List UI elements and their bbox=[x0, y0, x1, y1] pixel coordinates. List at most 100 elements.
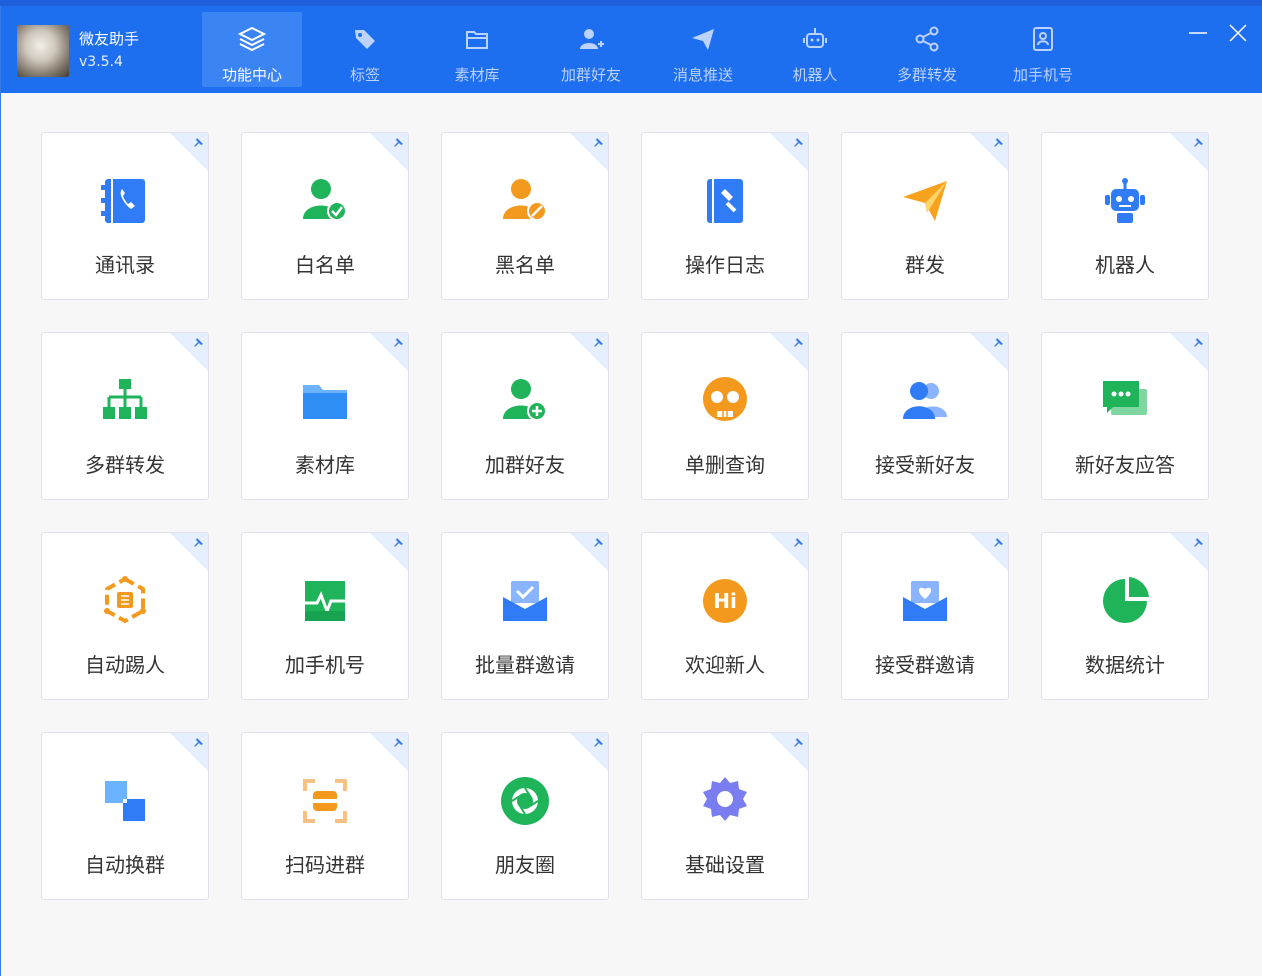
card-label: 接受群邀请 bbox=[875, 653, 975, 677]
pin-icon[interactable] bbox=[1191, 536, 1205, 550]
pin-icon[interactable] bbox=[391, 536, 405, 550]
pin-icon[interactable] bbox=[391, 336, 405, 350]
folder-icon bbox=[466, 31, 488, 49]
gear-icon bbox=[703, 777, 747, 821]
contact-card-icon bbox=[1033, 27, 1053, 51]
pin-icon[interactable] bbox=[191, 536, 205, 550]
nav-tab-label: 机器人 bbox=[792, 66, 838, 84]
pin-icon[interactable] bbox=[791, 136, 805, 150]
card-label: 通讯录 bbox=[95, 253, 155, 277]
pin-icon[interactable] bbox=[791, 736, 805, 750]
kick-hexagon-icon bbox=[104, 576, 146, 624]
function-card-8[interactable]: 素材库 bbox=[241, 332, 409, 500]
card-label: 自动换群 bbox=[85, 853, 165, 877]
pin-icon[interactable] bbox=[191, 336, 205, 350]
function-card-14[interactable]: 加手机号 bbox=[241, 532, 409, 700]
skull-icon bbox=[703, 377, 747, 421]
function-card-21[interactable]: 朋友圈 bbox=[441, 732, 609, 900]
minimize-button[interactable] bbox=[1185, 20, 1211, 46]
pin-icon[interactable] bbox=[391, 136, 405, 150]
pin-icon[interactable] bbox=[591, 736, 605, 750]
pin-icon[interactable] bbox=[191, 736, 205, 750]
nav-tab-label: 标签 bbox=[349, 66, 380, 84]
close-button[interactable] bbox=[1225, 20, 1251, 46]
function-card-13[interactable]: 自动踢人 bbox=[41, 532, 209, 700]
nav-tab-label: 多群转发 bbox=[896, 66, 957, 84]
nav-tab-8[interactable]: 加手机号 bbox=[993, 12, 1093, 87]
nav-tab-4[interactable]: 加群好友 bbox=[541, 12, 641, 87]
pin-icon[interactable] bbox=[991, 136, 1005, 150]
card-label: 朋友圈 bbox=[495, 853, 555, 877]
card-label: 机器人 bbox=[1095, 253, 1155, 277]
pin-icon[interactable] bbox=[591, 336, 605, 350]
users-icon bbox=[903, 382, 947, 419]
function-card-5[interactable]: 群发 bbox=[841, 132, 1009, 300]
hi-badge-icon: Hi bbox=[703, 579, 747, 623]
function-card-16[interactable]: Hi 欢迎新人 bbox=[641, 532, 809, 700]
function-card-18[interactable]: 数据统计 bbox=[1041, 532, 1209, 700]
chat-bubble-icon bbox=[1103, 381, 1147, 415]
card-label: 数据统计 bbox=[1085, 653, 1165, 677]
nav-tab-7[interactable]: 多群转发 bbox=[877, 12, 977, 87]
pin-icon[interactable] bbox=[791, 536, 805, 550]
pin-icon[interactable] bbox=[991, 536, 1005, 550]
avatar[interactable] bbox=[17, 25, 69, 77]
envelope-check-icon bbox=[503, 581, 547, 621]
nav-tab-label: 加手机号 bbox=[1012, 66, 1073, 84]
function-card-11[interactable]: 接受新好友 bbox=[841, 332, 1009, 500]
layers-icon bbox=[237, 26, 267, 52]
function-card-19[interactable]: 自动换群 bbox=[41, 732, 209, 900]
close-icon bbox=[1229, 24, 1247, 42]
function-card-15[interactable]: 批量群邀请 bbox=[441, 532, 609, 700]
function-card-3[interactable]: 黑名单 bbox=[441, 132, 609, 300]
pin-icon[interactable] bbox=[791, 336, 805, 350]
app-name: 微友助手 bbox=[79, 30, 140, 48]
function-card-4[interactable]: 操作日志 bbox=[641, 132, 809, 300]
card-label: 加群好友 bbox=[485, 453, 565, 477]
function-card-6[interactable]: 机器人 bbox=[1041, 132, 1209, 300]
aperture-icon bbox=[501, 777, 549, 825]
paper-plane-icon bbox=[903, 181, 947, 221]
function-card-17[interactable]: 接受群邀请 bbox=[841, 532, 1009, 700]
card-label: 接受新好友 bbox=[875, 453, 975, 477]
title-bar: 微友助手 v3.5.4 功能中心 标签 素材库 加群好友 消息推送 机器人 多群转发 加手机号 bbox=[1, 6, 1262, 93]
function-card-12[interactable]: 新好友应答 bbox=[1041, 332, 1209, 500]
nav-tab-1[interactable]: 功能中心 bbox=[202, 12, 302, 87]
card-label: 扫码进群 bbox=[285, 853, 365, 877]
card-label: 欢迎新人 bbox=[685, 653, 765, 677]
tag-icon bbox=[355, 30, 375, 49]
pin-icon[interactable] bbox=[1191, 136, 1205, 150]
robot-icon bbox=[803, 28, 827, 48]
function-card-22[interactable]: 基础设置 bbox=[641, 732, 809, 900]
card-label: 加手机号 bbox=[285, 653, 365, 677]
nav-tab-2[interactable]: 标签 bbox=[315, 12, 415, 87]
function-card-7[interactable]: 多群转发 bbox=[41, 332, 209, 500]
log-book-icon bbox=[707, 179, 743, 223]
card-label: 操作日志 bbox=[685, 253, 765, 277]
pin-icon[interactable] bbox=[191, 136, 205, 150]
card-label: 黑名单 bbox=[495, 253, 555, 277]
share-icon bbox=[915, 26, 939, 52]
function-card-9[interactable]: 加群好友 bbox=[441, 332, 609, 500]
folder-icon bbox=[303, 385, 347, 419]
swap-squares-icon bbox=[105, 781, 145, 821]
function-card-10[interactable]: 单删查询 bbox=[641, 332, 809, 500]
nav-tab-5[interactable]: 消息推送 bbox=[653, 12, 753, 87]
pin-icon[interactable] bbox=[391, 736, 405, 750]
nav-tab-label: 消息推送 bbox=[672, 66, 733, 84]
pin-icon[interactable] bbox=[591, 536, 605, 550]
card-label: 批量群邀请 bbox=[475, 653, 575, 677]
send-icon bbox=[692, 29, 714, 50]
robot-icon bbox=[1105, 178, 1145, 223]
function-card-1[interactable]: 通讯录 bbox=[41, 132, 209, 300]
card-label: 群发 bbox=[905, 253, 945, 277]
pin-icon[interactable] bbox=[591, 136, 605, 150]
nav-tab-3[interactable]: 素材库 bbox=[427, 12, 527, 87]
pin-icon[interactable] bbox=[991, 336, 1005, 350]
function-card-20[interactable]: 扫码进群 bbox=[241, 732, 409, 900]
pin-icon[interactable] bbox=[1191, 336, 1205, 350]
function-card-2[interactable]: 白名单 bbox=[241, 132, 409, 300]
user-plus-icon bbox=[503, 379, 547, 421]
nav-tab-6[interactable]: 机器人 bbox=[765, 12, 865, 87]
card-label: 新好友应答 bbox=[1075, 453, 1175, 477]
